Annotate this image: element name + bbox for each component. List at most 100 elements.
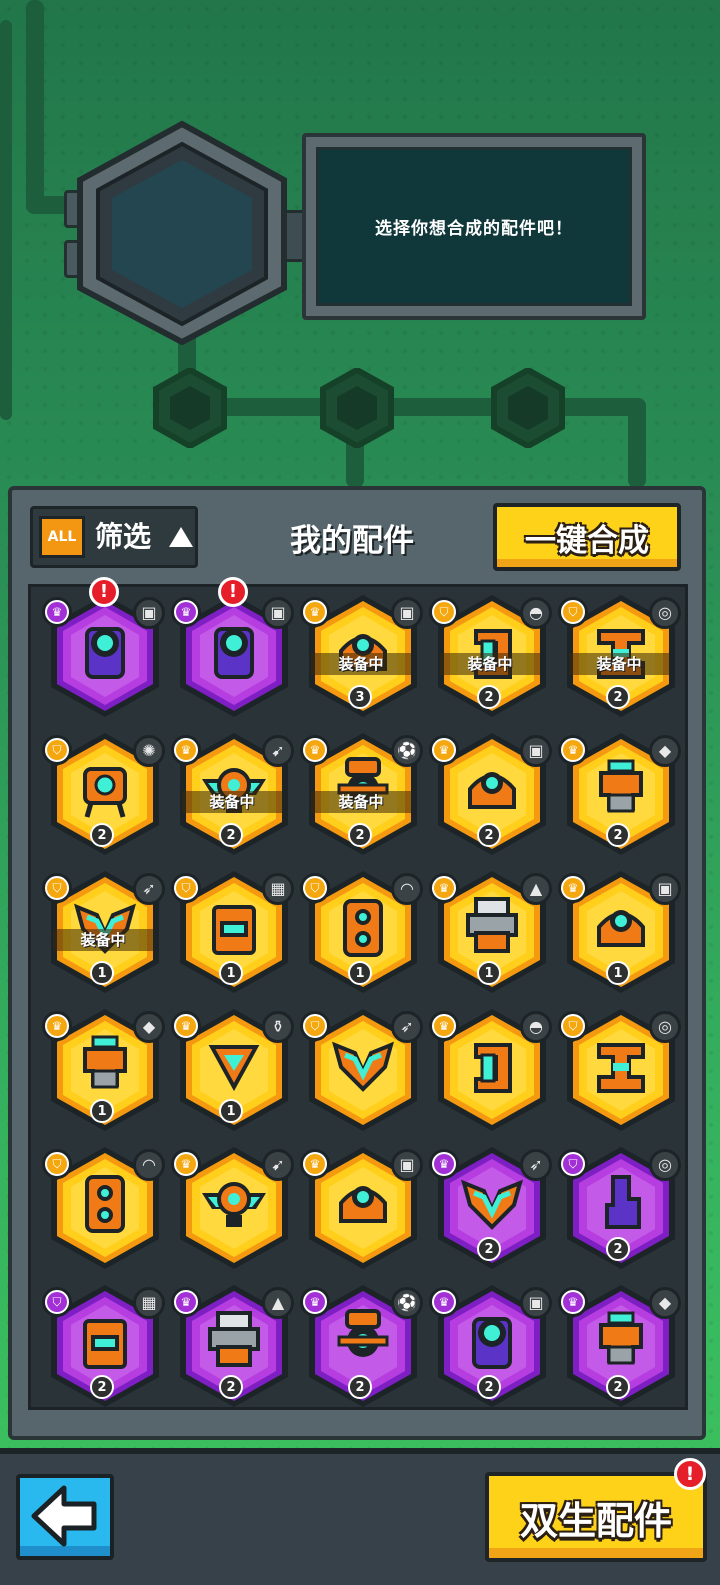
- shield-icon: ⛉: [42, 1287, 72, 1317]
- cassette-icon: ▣: [520, 1287, 552, 1319]
- equipped-label: 装备中: [311, 653, 411, 675]
- level-badge: 2: [219, 823, 243, 847]
- pipe: [186, 398, 646, 416]
- twin-parts-label: 双生配件: [519, 1498, 672, 1543]
- level-badge: 2: [477, 1237, 501, 1261]
- target-icon: ◎: [649, 597, 681, 629]
- boomerang-icon: ◠: [391, 873, 423, 905]
- level-badge: 2: [606, 685, 630, 709]
- merge-all-button[interactable]: 一键合成: [493, 503, 681, 571]
- part-card[interactable]: ♛ ▣ 2: [426, 729, 556, 864]
- parts-grid: ♛ ▣! ♛ ▣! ♛ ▣ 装备中 3 ⛉ ◓ 装备中 2 ⛉ ◎ 装备中 2 ⛉ ✺ 2 ♛ ➹ 装备中 2 ♛ ⚽ 装备中 2 ♛…: [28, 577, 688, 1410]
- cassette-icon: ▣: [133, 597, 165, 629]
- level-badge: 2: [477, 1375, 501, 1399]
- level-badge: 2: [606, 1375, 630, 1399]
- crown-icon: ♛: [300, 597, 330, 627]
- back-button[interactable]: [16, 1474, 114, 1560]
- part-card[interactable]: ♛ ➹ 装备中 2: [168, 729, 298, 864]
- part-card[interactable]: ♛ ⚱ 1: [168, 1005, 298, 1140]
- part-card[interactable]: ♛ ▣ 2: [426, 1281, 556, 1416]
- part-card[interactable]: ⛉ ➶: [297, 1005, 427, 1140]
- level-badge: 1: [477, 961, 501, 985]
- equipped-label: 装备中: [311, 791, 411, 813]
- part-card[interactable]: ♛ ⚽ 装备中 2: [297, 729, 427, 864]
- part-card[interactable]: ♛ ➹: [168, 1143, 298, 1278]
- pipe: [628, 398, 646, 488]
- crown-icon: ♛: [300, 1287, 330, 1317]
- boomerang-icon: ◠: [133, 1149, 165, 1181]
- cassette-icon: ▣: [262, 597, 294, 629]
- part-card[interactable]: ♛ ▲ 1: [426, 867, 556, 1002]
- part-card[interactable]: ♛ ▣ 1: [555, 867, 685, 1002]
- shield-red-icon: ◆: [133, 1011, 165, 1043]
- synthesis-slot[interactable]: [62, 120, 302, 345]
- crown-icon: ♛: [558, 735, 588, 765]
- new-alert-badge: !: [218, 577, 248, 607]
- cassette-icon: ▣: [391, 1149, 423, 1181]
- part-card[interactable]: ♛ ➶ 2: [426, 1143, 556, 1278]
- shield-icon: ⛉: [558, 1011, 588, 1041]
- crown-icon: ♛: [300, 735, 330, 765]
- hint-text: 选择你想合成的配件吧！: [375, 219, 573, 239]
- part-card[interactable]: ⛉ ✺ 2: [39, 729, 169, 864]
- level-badge: 1: [90, 961, 114, 985]
- part-card[interactable]: ♛ ◆ 2: [555, 1281, 685, 1416]
- twin-parts-button[interactable]: 双生配件: [485, 1472, 707, 1562]
- part-card[interactable]: ♛ ▣ 装备中 3: [297, 591, 427, 726]
- brick-icon: ▦: [262, 873, 294, 905]
- soccer-icon: ⚽: [391, 735, 423, 767]
- filter-label: 筛选: [95, 520, 152, 553]
- crown-icon: ♛: [429, 1287, 459, 1317]
- shield-icon: ⛉: [42, 1149, 72, 1179]
- panel-title: 我的配件: [290, 523, 414, 559]
- target-icon: ◎: [649, 1011, 681, 1043]
- shield-icon: ⛉: [42, 735, 72, 765]
- part-card[interactable]: ♛ ◆ 2: [555, 729, 685, 864]
- watermelon-icon: ◓: [520, 597, 552, 629]
- part-card[interactable]: ⛉ ▦ 2: [39, 1281, 169, 1416]
- target-icon: ◎: [649, 1149, 681, 1181]
- part-card[interactable]: ♛ ⚽ 2: [297, 1281, 427, 1416]
- part-card[interactable]: ♛ ▲ 2: [168, 1281, 298, 1416]
- part-card[interactable]: ♛ ▣!: [168, 577, 298, 726]
- cassette-icon: ▣: [649, 873, 681, 905]
- brick-icon: ▦: [133, 1287, 165, 1319]
- rocket-icon: ➶: [133, 873, 165, 905]
- part-card[interactable]: ⛉ ◎ 2: [555, 1143, 685, 1278]
- crown-icon: ♛: [429, 1011, 459, 1041]
- triangle-up-icon: [169, 527, 193, 547]
- crown-icon: ♛: [558, 873, 588, 903]
- shield-icon: ⛉: [300, 1011, 330, 1041]
- new-alert-badge: !: [89, 577, 119, 607]
- part-card[interactable]: ♛ ◓: [426, 1005, 556, 1140]
- arrow-left-icon: [31, 1485, 97, 1547]
- part-card[interactable]: ⛉ ◠ 1: [297, 867, 427, 1002]
- virus-icon: ✺: [133, 735, 165, 767]
- level-badge: 2: [477, 685, 501, 709]
- shield-red-icon: ◆: [649, 1287, 681, 1319]
- crown-icon: ♛: [429, 873, 459, 903]
- part-card[interactable]: ⛉ ◎: [555, 1005, 685, 1140]
- level-badge: 3: [348, 685, 372, 709]
- crown-icon: ♛: [429, 1149, 459, 1179]
- shield-icon: ⛉: [558, 597, 588, 627]
- part-card[interactable]: ♛ ▣: [297, 1143, 427, 1278]
- shield-red-icon: ◆: [649, 735, 681, 767]
- part-card[interactable]: ⛉ ◎ 装备中 2: [555, 591, 685, 726]
- filter-button[interactable]: ALL 筛选: [30, 506, 198, 568]
- twin-alert-badge: !: [674, 1458, 706, 1490]
- crown-icon: ♛: [171, 597, 201, 627]
- equipped-label: 装备中: [440, 653, 540, 675]
- part-card[interactable]: ⛉ ◓ 装备中 2: [426, 591, 556, 726]
- pipe: [26, 0, 44, 210]
- level-badge: 2: [606, 1237, 630, 1261]
- decor-hexagon: [153, 368, 227, 448]
- part-card[interactable]: ♛ ◆ 1: [39, 1005, 169, 1140]
- shield-icon: ⛉: [558, 1149, 588, 1179]
- pipe: [0, 20, 12, 420]
- part-card[interactable]: ♛ ▣!: [39, 577, 169, 726]
- part-card[interactable]: ⛉ ◠: [39, 1143, 169, 1278]
- part-card[interactable]: ⛉ ➶ 装备中 1: [39, 867, 169, 1002]
- cassette-icon: ▣: [520, 735, 552, 767]
- part-card[interactable]: ⛉ ▦ 1: [168, 867, 298, 1002]
